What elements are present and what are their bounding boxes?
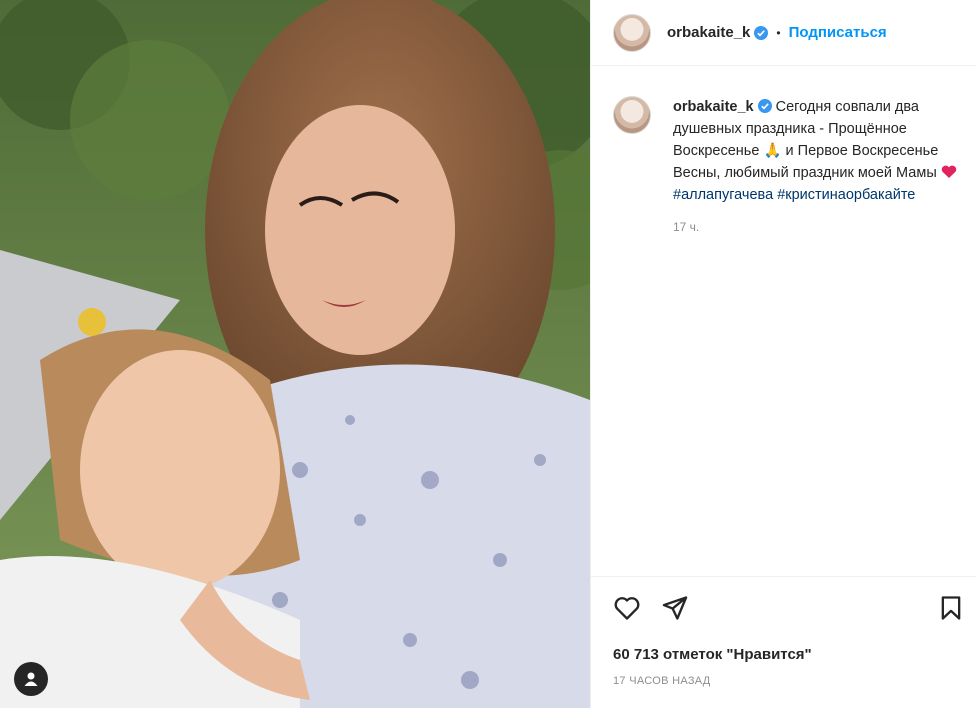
caption-avatar[interactable] [613,96,651,134]
caption-username[interactable]: orbakaite_k [673,99,754,115]
caption-time: 17 ч. [673,220,700,234]
post-photo[interactable] [0,0,590,708]
heart-icon[interactable] [613,594,641,627]
follow-button[interactable]: Подписаться [789,24,887,41]
caption-text: orbakaite_k Сегодня совпали два душевных… [673,96,963,238]
post-timestamp: 17 ЧАСОВ НАЗАД [613,675,711,687]
red-heart-icon [941,165,956,178]
bookmark-icon[interactable] [937,594,965,627]
verified-icon [754,25,769,40]
verified-icon [757,99,772,113]
action-bar [613,594,963,624]
header-username[interactable]: orbakaite_k [667,24,750,41]
photo-illustration [0,0,590,708]
share-icon[interactable] [661,594,689,627]
post-caption: orbakaite_k Сегодня совпали два душевных… [613,96,963,238]
divider [591,576,976,577]
post-header: orbakaite_k • Подписаться [591,0,976,66]
tagged-user-icon[interactable] [14,662,48,696]
prayer-emoji: 🙏 [763,143,782,159]
hashtag-link[interactable]: #кристинаорбакайте [777,187,915,203]
post-side-panel: orbakaite_k • Подписаться orbakaite_k Се… [590,0,976,708]
separator-dot: • [776,25,781,40]
hashtag-link[interactable]: #аллапугачева [673,187,773,203]
likes-count[interactable]: 60 713 отметок "Нравится" [613,646,812,663]
avatar[interactable] [613,13,651,52]
